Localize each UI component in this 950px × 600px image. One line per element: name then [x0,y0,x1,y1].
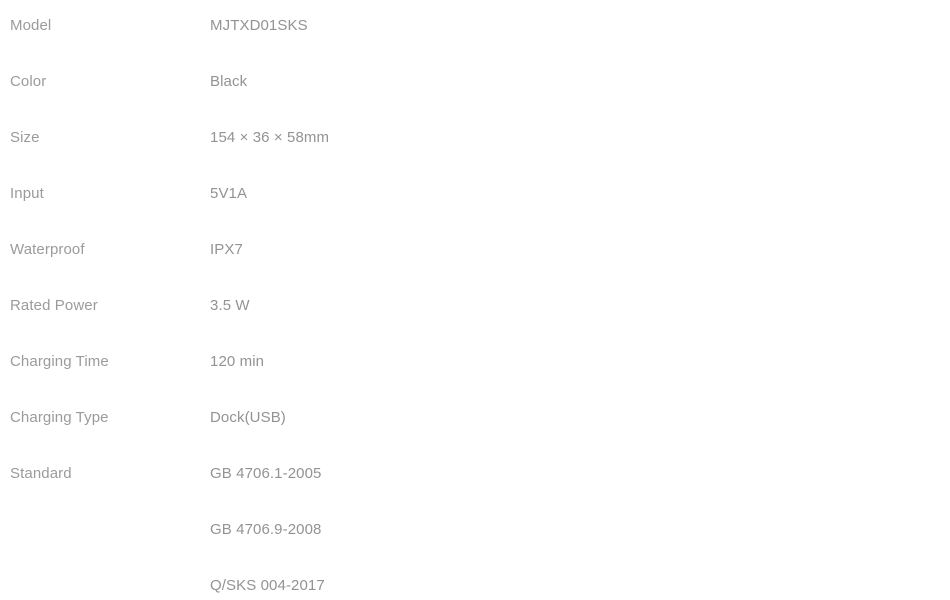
spec-value-waterproof: IPX7 [210,241,243,258]
table-row: Charging Time 120 min [0,348,950,404]
spec-value-charging-type: Dock(USB) [210,409,286,426]
spec-value-rated-power: 3.5 W [210,297,250,314]
spec-value-color: Black [210,73,248,90]
standard-line: GB 4706.9-2008 [210,521,322,538]
table-row: Color Black [0,68,950,124]
standard-line: Q/SKS 004-2017 [210,577,325,594]
table-row: Waterproof IPX7 [0,236,950,292]
spec-label-waterproof: Waterproof [10,241,85,258]
spec-label-rated-power: Rated Power [10,297,98,314]
spec-value-model: MJTXD01SKS [210,17,308,34]
table-row: Charging Type Dock(USB) [0,404,950,460]
spec-label-model: Model [10,17,52,34]
spec-label-size: Size [10,129,40,146]
spec-label-input: Input [10,185,44,202]
spec-value-size: 154 × 36 × 58mm [210,129,330,146]
table-row: Standard GB 4706.1-2005 GB 4706.9-2008 Q… [0,460,950,600]
product-specification-table: Model MJTXD01SKS Color Black Size 154 × … [0,0,950,597]
spec-value-charging-time: 120 min [210,353,265,370]
table-row: Model MJTXD01SKS [0,12,950,68]
standard-line: GB 4706.1-2005 [210,465,322,482]
spec-label-charging-time: Charging Time [10,353,109,370]
table-row: Input 5V1A [0,180,950,236]
spec-value-standard-list: GB 4706.1-2005 GB 4706.9-2008 Q/SKS 004-… [210,460,950,600]
spec-label-charging-type: Charging Type [10,409,109,426]
spec-label-color: Color [10,73,47,90]
spec-value-input: 5V1A [210,185,248,202]
spec-label-standard: Standard [10,465,72,482]
table-row: Size 154 × 36 × 58mm [0,124,950,180]
table-row: Rated Power 3.5 W [0,292,950,348]
